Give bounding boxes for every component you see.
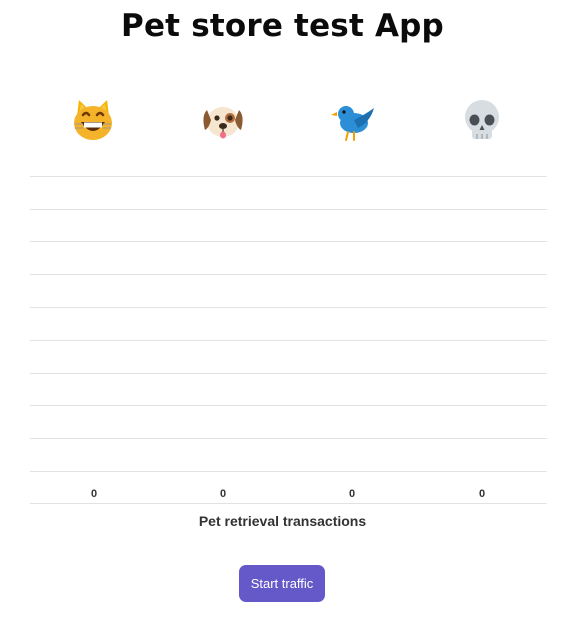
grid-line [30,307,547,308]
bar-value-label: 0 [90,488,98,500]
pet-retrieval-chart: 0 0 0 0 [30,0,547,633]
grid-line [30,340,547,341]
grid-line [30,471,547,472]
grid-line [30,373,547,374]
chart-x-axis-label: Pet retrieval transactions [198,513,367,529]
grid-line [30,209,547,210]
bar-value-label: 0 [478,488,486,500]
grid-line [30,274,547,275]
bar-value-label: 0 [348,488,356,500]
start-traffic-button[interactable]: Start traffic [239,565,325,602]
bar-value-label: 0 [219,488,227,500]
chart-baseline [30,503,547,504]
grid-line [30,438,547,439]
grid-line [30,241,547,242]
grid-line [30,176,547,177]
grid-line [30,405,547,406]
